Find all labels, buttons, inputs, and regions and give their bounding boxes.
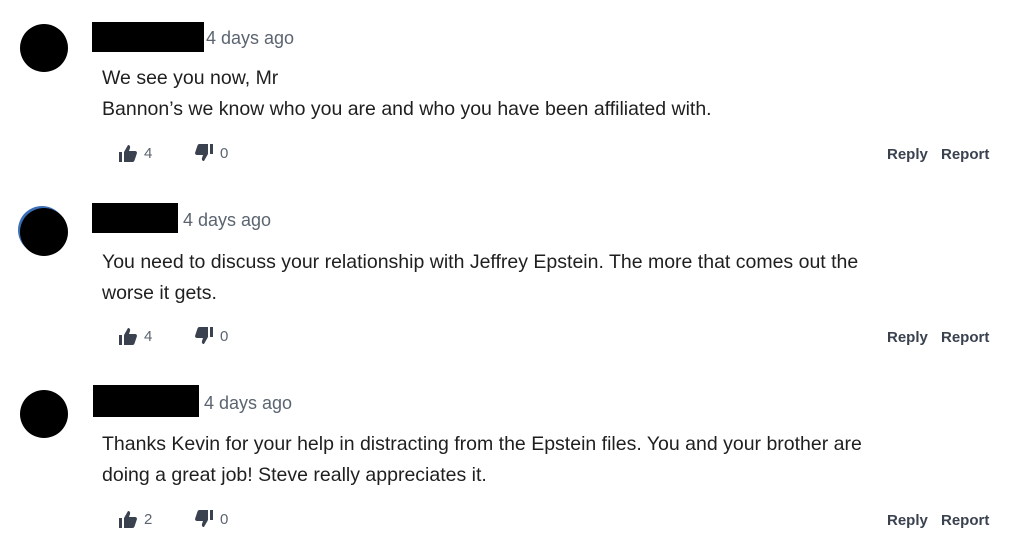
comment-body: You need to discuss your relationship wi…: [102, 247, 982, 309]
comment-body: Thanks Kevin for your help in distractin…: [102, 429, 982, 491]
reply-button[interactable]: Reply: [887, 512, 928, 529]
like-count: 4: [144, 144, 153, 162]
comment-line: doing a great job! Steve really apprecia…: [102, 464, 487, 486]
avatar[interactable]: [20, 390, 68, 438]
thumbs-down-icon: [195, 510, 213, 527]
comment: 4 days ago You need to discuss your rela…: [0, 183, 1024, 353]
report-button[interactable]: Report: [941, 329, 989, 346]
dislike-button[interactable]: 0: [194, 326, 228, 346]
like-count: 4: [144, 327, 153, 345]
comment-actions: 4 0 Reply Report: [0, 326, 1024, 350]
dislike-button[interactable]: 0: [194, 143, 228, 163]
reply-button[interactable]: Reply: [887, 329, 928, 346]
comment-line: worse it gets.: [102, 282, 217, 304]
comment: 4 days ago Thanks Kevin for your help in…: [0, 366, 1024, 536]
comment: 4 days ago We see you now, Mr Bannon’s w…: [0, 0, 1024, 170]
dislike-count: 0: [220, 327, 229, 345]
like-button[interactable]: 2: [118, 509, 152, 529]
thumbs-up-icon: [119, 145, 137, 162]
reply-button[interactable]: Reply: [887, 146, 928, 163]
avatar[interactable]: [20, 24, 68, 72]
comment-line: We see you now, Mr: [102, 67, 279, 89]
comment-timestamp: 4 days ago: [183, 210, 272, 230]
like-button[interactable]: 4: [118, 143, 152, 163]
comment-line: Bannon’s we know who you are and who you…: [102, 98, 712, 120]
comment-actions: 2 0 Reply Report: [0, 509, 1024, 533]
thumbs-down-icon: [195, 144, 213, 161]
comment-actions: 4 0 Reply Report: [0, 143, 1024, 167]
like-count: 2: [144, 510, 153, 528]
comment-timestamp: 4 days ago: [204, 393, 293, 413]
thumbs-up-icon: [119, 328, 137, 345]
report-button[interactable]: Report: [941, 512, 989, 529]
avatar[interactable]: [20, 208, 68, 256]
redacted-username: [92, 203, 178, 233]
dislike-count: 0: [220, 144, 229, 162]
thumbs-down-icon: [195, 327, 213, 344]
dislike-button[interactable]: 0: [194, 509, 228, 529]
comment-line: Thanks Kevin for your help in distractin…: [102, 433, 862, 455]
like-button[interactable]: 4: [118, 326, 152, 346]
redacted-username: [92, 22, 204, 52]
comment-body: We see you now, Mr Bannon’s we know who …: [102, 63, 982, 125]
comment-timestamp: 4 days ago: [206, 28, 295, 48]
thumbs-up-icon: [119, 511, 137, 528]
redacted-username: [93, 385, 199, 417]
comment-line: You need to discuss your relationship wi…: [102, 251, 859, 273]
dislike-count: 0: [220, 510, 229, 528]
report-button[interactable]: Report: [941, 146, 989, 163]
